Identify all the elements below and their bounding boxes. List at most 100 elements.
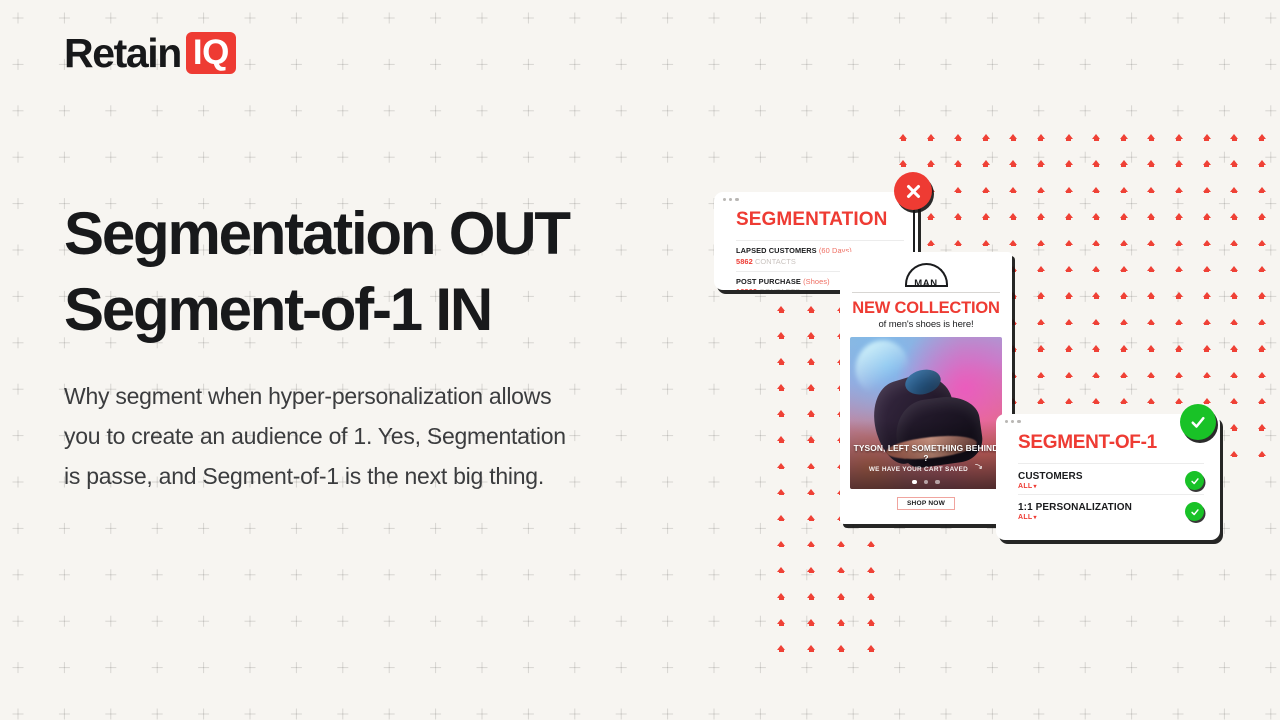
triangle-dot	[806, 461, 816, 471]
segmentation-card-title: SEGMENTATION	[736, 209, 888, 230]
window-dot	[729, 197, 733, 202]
triangle-dot	[1119, 211, 1129, 221]
triangle-dot	[776, 617, 786, 627]
segment-of-one-row-list: CUSTOMERS ALL▾ 1:1 PERSONALIZATION ALL▾	[996, 454, 1220, 521]
check-icon[interactable]	[1185, 502, 1204, 521]
close-icon[interactable]	[894, 172, 932, 210]
row-value-dropdown[interactable]: ALL▾	[1018, 514, 1132, 521]
triangle-dot	[1146, 132, 1156, 142]
triangle-dot	[1008, 211, 1018, 221]
triangle-dot	[1036, 290, 1046, 300]
triangle-dot	[1036, 238, 1046, 248]
window-dot	[1011, 419, 1015, 424]
photo-subcaption: WE HAVE YOUR CART SAVED	[868, 466, 969, 473]
triangle-dot	[1174, 396, 1184, 406]
triangle-dot	[776, 408, 786, 418]
carousel-dot[interactable]	[923, 479, 929, 484]
triangle-dot	[1229, 290, 1239, 300]
triangle-dot	[1202, 370, 1212, 380]
triangle-dot	[1202, 158, 1212, 168]
photo-caption: TYSON, LEFT SOMETHING BEHIND ?	[853, 443, 999, 463]
product-photo: TYSON, LEFT SOMETHING BEHIND ? WE HAVE Y…	[850, 337, 1002, 489]
email-preview-card[interactable]: MAN NEW COLLECTION of men's shoes is her…	[840, 252, 1012, 524]
carousel-dot-active[interactable]	[912, 479, 917, 484]
triangle-dot	[1091, 370, 1101, 380]
triangle-dot	[1119, 264, 1129, 274]
triangle-dot	[1036, 211, 1046, 221]
triangle-dot	[1064, 211, 1074, 221]
triangle-dot	[1229, 396, 1239, 406]
triangle-dot	[953, 238, 963, 248]
triangle-dot	[1174, 132, 1184, 142]
triangle-dot	[1229, 132, 1239, 142]
triangle-dot	[1202, 264, 1212, 274]
segment-label: LAPSED CUSTOMERS	[736, 246, 817, 255]
triangle-dot	[806, 539, 816, 549]
carousel-dots[interactable]	[850, 479, 1002, 484]
triangle-dot	[806, 382, 816, 392]
triangle-dot	[1257, 158, 1267, 168]
triangle-dot	[981, 238, 991, 248]
triangle-dot	[1229, 211, 1239, 221]
triangle-dot	[806, 487, 816, 497]
triangle-dot	[953, 211, 963, 221]
shop-now-button[interactable]: SHOP NOW	[897, 497, 955, 510]
triangle-dot	[836, 591, 846, 601]
triangle-dot	[1119, 370, 1129, 380]
triangle-dot	[1119, 132, 1129, 142]
triangle-dot	[806, 565, 816, 575]
triangle-dot	[1119, 290, 1129, 300]
triangle-dot	[1174, 290, 1184, 300]
window-dot	[723, 197, 727, 202]
row-value-dropdown[interactable]: ALL▾	[1018, 483, 1083, 490]
table-row[interactable]: 1:1 PERSONALIZATION ALL▾	[1018, 494, 1204, 521]
hero-description: Why segment when hyper-personalization a…	[64, 383, 566, 490]
triangle-dot	[1146, 211, 1156, 221]
triangle-dot	[981, 158, 991, 168]
triangle-dot	[1257, 317, 1267, 327]
triangle-dot	[1202, 238, 1212, 248]
triangle-dot	[776, 356, 786, 366]
triangle-dot	[1146, 158, 1156, 168]
triangle-dot	[1036, 264, 1046, 274]
arch-shape-icon: MAN	[904, 263, 948, 289]
chevron-down-icon[interactable]: ▾	[1034, 484, 1037, 490]
triangle-dot	[1008, 132, 1018, 142]
triangle-dot	[1257, 238, 1267, 248]
triangle-dot	[1146, 185, 1156, 195]
triangle-dot	[1036, 317, 1046, 327]
triangle-dot	[1064, 370, 1074, 380]
check-icon[interactable]	[1185, 471, 1204, 490]
retainiq-logo[interactable]: Retain IQ	[64, 32, 236, 74]
triangle-dot	[1146, 238, 1156, 248]
triangle-dot	[981, 132, 991, 142]
email-heading: NEW COLLECTION	[852, 299, 1000, 317]
pointer-arrow-icon	[974, 463, 983, 474]
triangle-dot	[1064, 264, 1074, 274]
chevron-down-icon[interactable]: ▾	[1034, 515, 1037, 521]
triangle-dot	[1091, 264, 1101, 274]
triangle-dot	[836, 539, 846, 549]
row-label: CUSTOMERS	[1018, 471, 1083, 482]
triangle-dot	[898, 132, 908, 142]
triangle-dot	[1146, 370, 1156, 380]
triangle-dot	[1091, 343, 1101, 353]
triangle-dot	[1257, 290, 1267, 300]
triangle-dot	[776, 565, 786, 575]
triangle-dot	[776, 591, 786, 601]
carousel-dot[interactable]	[935, 479, 940, 484]
triangle-dot	[1036, 343, 1046, 353]
triangle-dot	[926, 238, 936, 248]
triangle-dot	[1091, 158, 1101, 168]
logo-iq-text: IQ	[192, 33, 229, 72]
triangle-dot	[1229, 238, 1239, 248]
triangle-dot	[1091, 317, 1101, 327]
triangle-dot	[1091, 396, 1101, 406]
table-row[interactable]: CUSTOMERS ALL▾	[1018, 463, 1204, 490]
hero-section: Segmentation OUT Segment-of-1 IN Why seg…	[64, 196, 664, 496]
triangle-dot	[1119, 185, 1129, 195]
check-icon[interactable]	[1180, 404, 1216, 440]
triangle-dot	[981, 185, 991, 195]
triangle-dot	[1008, 185, 1018, 195]
triangle-dot	[1036, 132, 1046, 142]
